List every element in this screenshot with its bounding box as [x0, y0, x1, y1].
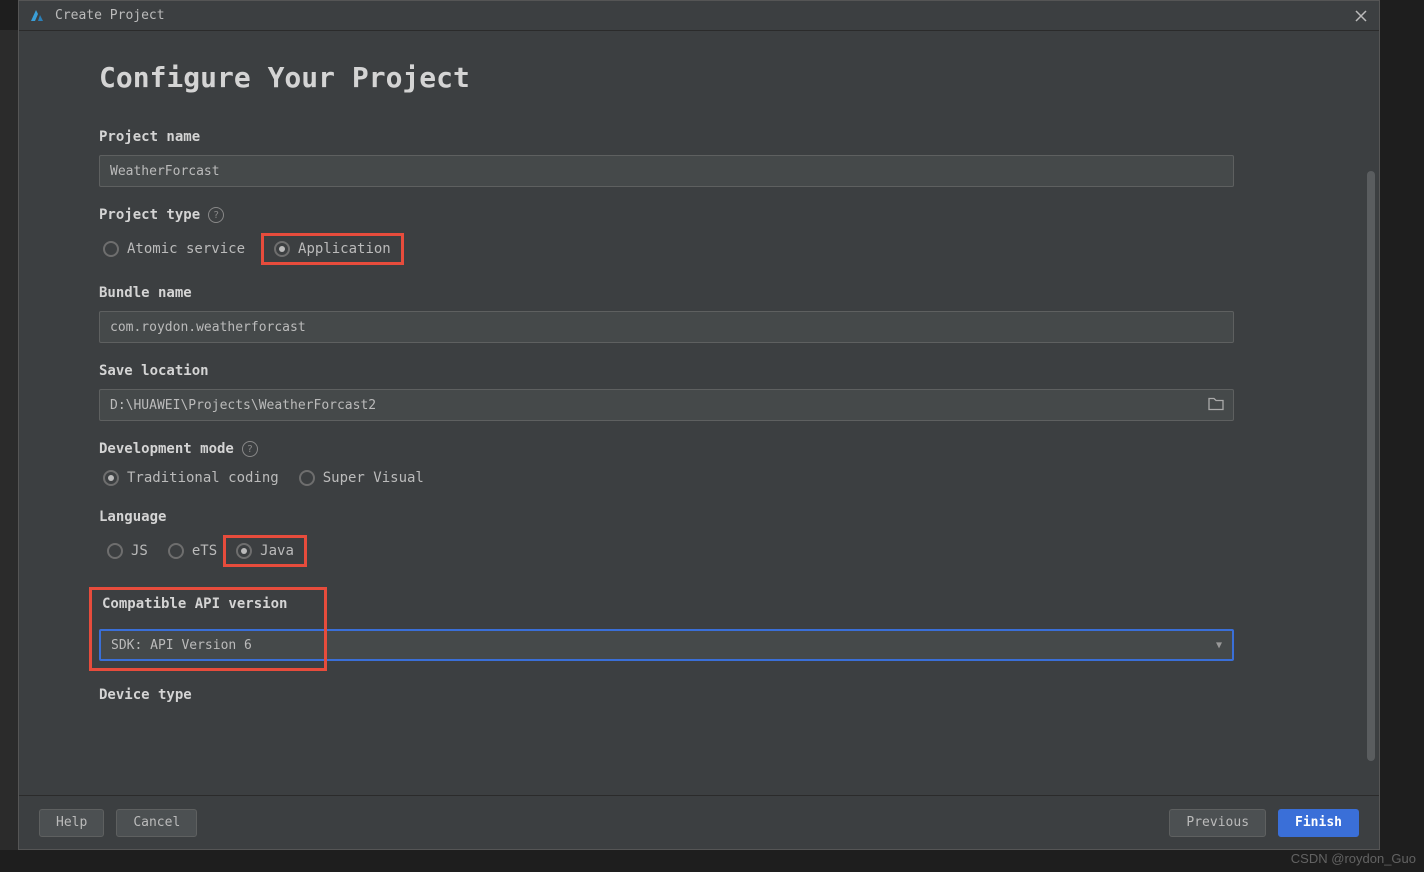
radio-circle-icon: [299, 470, 315, 486]
close-icon[interactable]: [1353, 8, 1369, 24]
api-version-group: Compatible API version SDK: API Version …: [89, 587, 1299, 661]
create-project-dialog: Create Project Configure Your Project Pr…: [18, 0, 1380, 850]
project-name-input[interactable]: [99, 155, 1234, 187]
previous-button[interactable]: Previous: [1169, 809, 1266, 837]
bundle-name-label: Bundle name: [99, 285, 1299, 301]
bundle-name-input[interactable]: [99, 311, 1234, 343]
scrollbar[interactable]: [1367, 171, 1375, 761]
radio-circle-icon: [274, 241, 290, 257]
help-button[interactable]: Help: [39, 809, 104, 837]
dialog-title: Create Project: [55, 8, 165, 23]
project-type-label-text: Project type: [99, 207, 200, 223]
dialog-footer: Help Cancel Previous Finish: [19, 795, 1379, 849]
radio-circle-icon: [103, 470, 119, 486]
radio-application[interactable]: Application: [270, 238, 395, 260]
app-logo-icon: [29, 8, 45, 24]
project-type-group: Project type ? Atomic service Applicatio…: [99, 207, 1299, 265]
radio-circle-icon: [236, 543, 252, 559]
dev-mode-group: Development mode ? Traditional coding Su…: [99, 441, 1299, 489]
save-location-label: Save location: [99, 363, 1299, 379]
radio-circle-icon: [103, 241, 119, 257]
help-icon[interactable]: ?: [242, 441, 258, 457]
highlight-api-version: Compatible API version: [89, 587, 327, 671]
device-type-group: Device type: [99, 687, 1299, 703]
project-name-group: Project name: [99, 129, 1299, 187]
cancel-button[interactable]: Cancel: [116, 809, 197, 837]
radio-circle-icon: [168, 543, 184, 559]
titlebar: Create Project: [19, 1, 1379, 31]
project-type-label: Project type ?: [99, 207, 1299, 223]
save-location-input[interactable]: [99, 389, 1234, 421]
language-label: Language: [99, 509, 1299, 525]
radio-super-visual[interactable]: Super Visual: [295, 467, 428, 489]
radio-atomic-service[interactable]: Atomic service: [99, 238, 249, 260]
chevron-down-icon: ▼: [1216, 640, 1222, 651]
dialog-content: Configure Your Project Project name Proj…: [19, 31, 1379, 795]
save-location-group: Save location: [99, 363, 1299, 421]
radio-label: JS: [131, 543, 148, 559]
folder-icon[interactable]: [1208, 396, 1224, 415]
language-group: Language JS eTS Java: [99, 509, 1299, 567]
highlight-application: Application: [261, 233, 404, 265]
page-title: Configure Your Project: [99, 61, 1299, 94]
project-name-label: Project name: [99, 129, 1299, 145]
dev-mode-radios: Traditional coding Super Visual: [99, 467, 1299, 489]
radio-ets[interactable]: eTS: [164, 540, 221, 562]
radio-label: Java: [260, 543, 294, 559]
radio-js[interactable]: JS: [103, 540, 152, 562]
radio-java[interactable]: Java: [232, 540, 298, 562]
api-version-label: Compatible API version: [102, 596, 320, 612]
radio-label: Application: [298, 241, 391, 257]
help-icon[interactable]: ?: [208, 207, 224, 223]
editor-gutter: [0, 30, 18, 850]
dev-mode-label-text: Development mode: [99, 441, 234, 457]
highlight-java: Java: [223, 535, 307, 567]
finish-button[interactable]: Finish: [1278, 809, 1359, 837]
bundle-name-group: Bundle name: [99, 285, 1299, 343]
language-radios: JS eTS Java: [99, 535, 1299, 567]
radio-circle-icon: [107, 543, 123, 559]
radio-label: Atomic service: [127, 241, 245, 257]
radio-traditional-coding[interactable]: Traditional coding: [99, 467, 283, 489]
radio-label: Super Visual: [323, 470, 424, 486]
project-type-radios: Atomic service Application: [99, 233, 1299, 265]
radio-label: eTS: [192, 543, 217, 559]
api-version-value: SDK: API Version 6: [111, 638, 252, 653]
radio-label: Traditional coding: [127, 470, 279, 486]
device-type-label: Device type: [99, 687, 1299, 703]
watermark: CSDN @roydon_Guo: [1291, 851, 1416, 866]
dev-mode-label: Development mode ?: [99, 441, 1299, 457]
